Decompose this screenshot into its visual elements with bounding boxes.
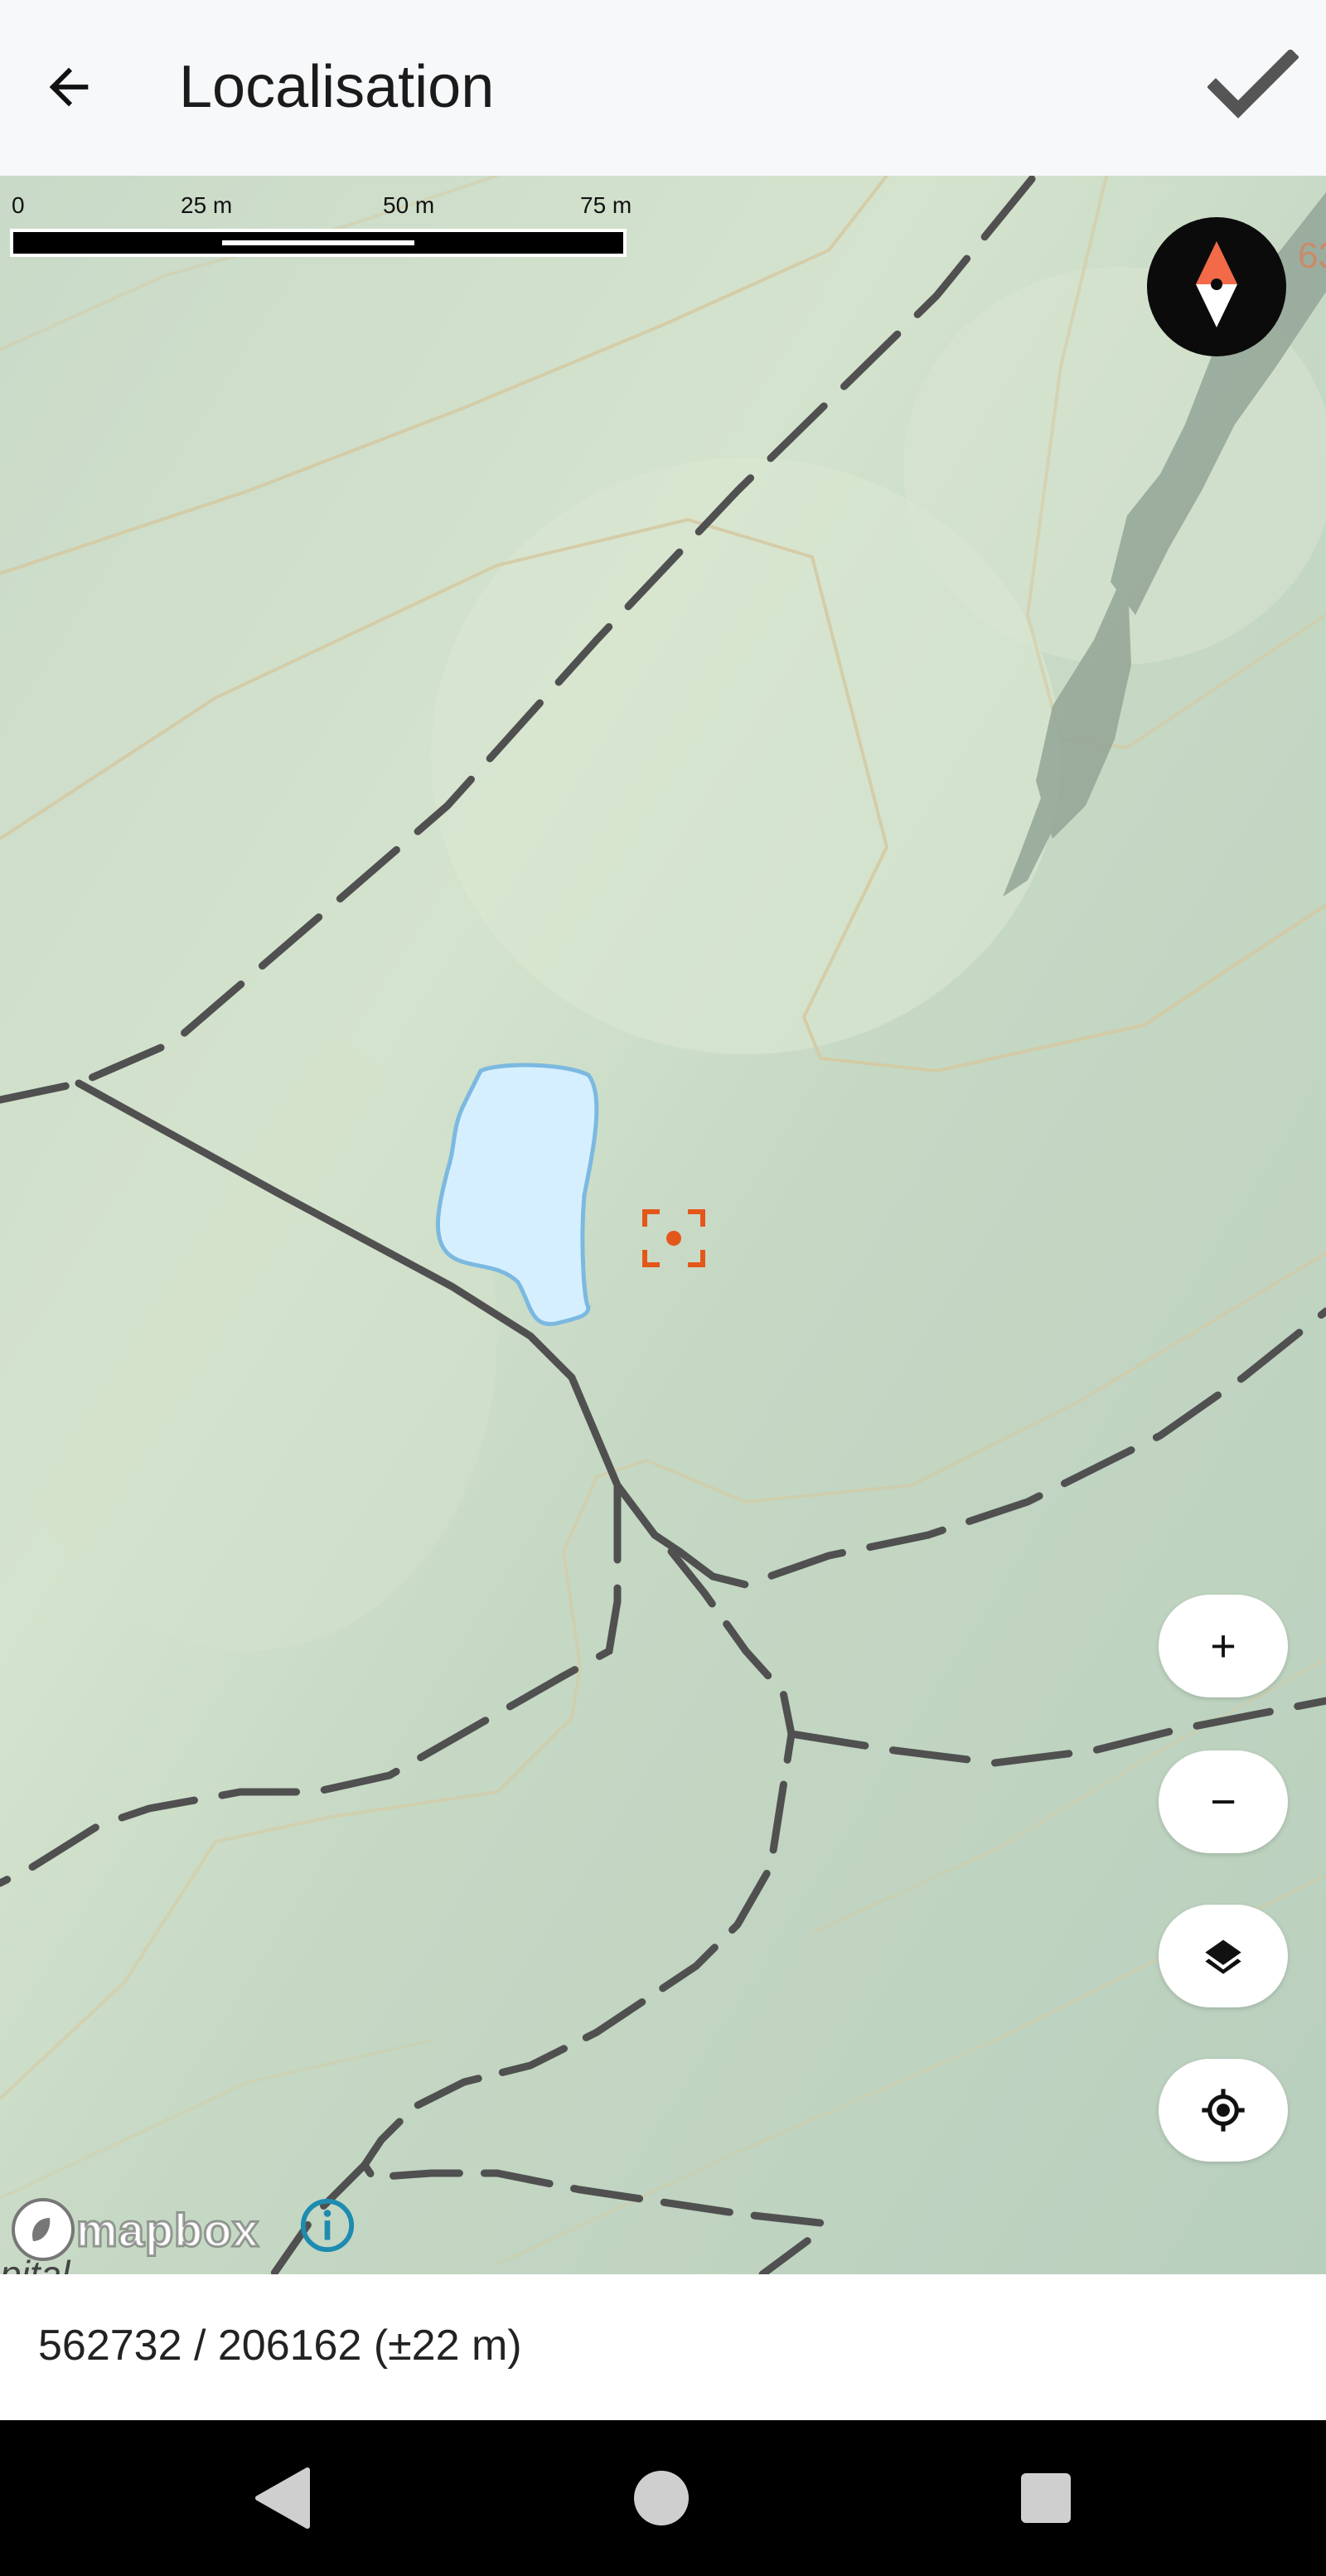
layers-icon (1205, 1939, 1241, 1974)
map-canvas[interactable] (0, 176, 1326, 2274)
zoom-in-button[interactable]: + (1159, 1595, 1288, 1697)
info-icon[interactable] (298, 2196, 356, 2254)
locate-me-button[interactable] (1159, 2059, 1288, 2162)
scale-bar: 0 25 m 50 m 75 m (0, 176, 663, 275)
scale-bar-graphic (10, 229, 627, 257)
mapbox-wordmark: mapbox (75, 2202, 260, 2257)
scale-label-0: 0 (12, 192, 25, 218)
layers-button[interactable] (1159, 1905, 1288, 2007)
zoom-out-label: − (1210, 1777, 1236, 1827)
back-button[interactable] (23, 41, 114, 133)
crosshair-icon (1202, 2089, 1245, 2132)
scale-label-50: 50 m (383, 192, 435, 218)
scale-label-25: 25 m (181, 192, 233, 218)
map-edge-label: 63 (1298, 235, 1326, 276)
coordinates-text: 562732 / 206162 (±22 m) (38, 2322, 522, 2370)
nav-recents-icon (1021, 2473, 1071, 2523)
page-title: Localisation (179, 54, 495, 120)
map-place-label: pital (0, 2253, 70, 2274)
confirm-button[interactable] (1203, 41, 1303, 133)
check-icon (1207, 50, 1299, 119)
compass-icon (1196, 241, 1237, 327)
nav-back-button[interactable] (240, 2457, 323, 2540)
map-view[interactable]: 0 25 m 50 m 75 m 63 + − (0, 176, 1326, 2274)
nav-home-button[interactable] (620, 2457, 703, 2540)
zoom-out-button[interactable]: − (1159, 1750, 1288, 1853)
nav-back-icon (255, 2467, 310, 2529)
nav-home-icon (634, 2471, 689, 2525)
arrow-left-icon (49, 67, 89, 107)
compass-button[interactable] (1147, 217, 1286, 356)
zoom-in-label: + (1210, 1621, 1236, 1671)
nav-recents-button[interactable] (1004, 2457, 1087, 2540)
scale-label-75: 75 m (580, 192, 632, 218)
app-bar: Localisation (0, 0, 1326, 176)
system-navigation-bar (0, 2420, 1326, 2576)
coordinate-bar: 562732 / 206162 (±22 m) (0, 2274, 1326, 2420)
